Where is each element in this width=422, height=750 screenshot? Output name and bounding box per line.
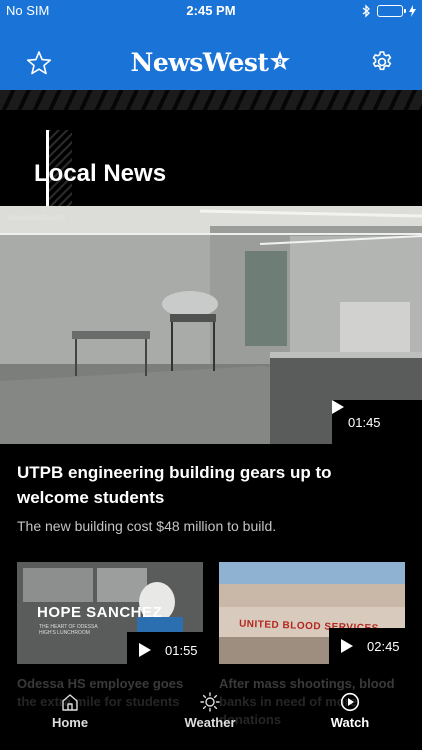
hero-duration-badge[interactable]: 01:45: [332, 400, 422, 444]
app-logo: NewsWest 9: [0, 48, 422, 77]
card-overlay-subtitle: THE HEART OF ODESSA HIGH'S LUNCHROOM: [39, 624, 98, 636]
card-duration-badge[interactable]: 02:45: [329, 628, 405, 664]
decorative-stripe-band: [0, 90, 422, 110]
status-time: 2:45 PM: [186, 3, 236, 18]
settings-gear-icon[interactable]: [370, 50, 394, 74]
hero-duration: 01:45: [348, 414, 381, 430]
battery-icon: [377, 5, 406, 17]
hero-description: The new building cost $48 million to bui…: [17, 518, 277, 534]
play-icon: [332, 400, 344, 414]
section-header: Local News: [0, 90, 422, 206]
tab-home[interactable]: Home: [20, 692, 120, 742]
card-duration-badge[interactable]: 01:55: [127, 632, 203, 664]
logo-nine-badge: 9: [270, 51, 291, 70]
play-icon: [341, 639, 353, 653]
card-duration: 01:55: [165, 642, 198, 658]
bluetooth-icon: [362, 4, 370, 18]
hero-headline[interactable]: UTPB engineering building gears up to we…: [17, 460, 407, 510]
tab-weather[interactable]: Weather: [160, 692, 260, 742]
card-duration: 02:45: [367, 638, 400, 654]
tab-watch-label: Watch: [330, 715, 370, 730]
status-indicators: [362, 4, 416, 18]
tab-home-label: Home: [51, 715, 89, 730]
section-title: Local News: [34, 160, 167, 187]
card-overlay-name: HOPE SANCHEZ: [37, 604, 163, 621]
story-card-thumbnail[interactable]: HOPE SANCHEZ THE HEART OF ODESSA HIGH'S …: [17, 562, 203, 664]
status-bar: No SIM 2:45 PM: [0, 0, 422, 22]
sun-icon: [200, 692, 220, 712]
logo-badge-text: 9: [278, 57, 283, 67]
nav-bar: NewsWest 9: [0, 22, 422, 90]
play-circle-icon: [340, 692, 360, 712]
tab-weather-label: Weather: [184, 715, 236, 730]
tab-bar: Home Weather Watch: [0, 690, 422, 750]
story-card-thumbnail[interactable]: UNITED BLOOD SERVICES 02:45: [219, 562, 405, 664]
hero-watermark: newswest9.com: [8, 213, 65, 222]
play-icon: [139, 643, 151, 657]
logo-text: NewsWest: [130, 48, 269, 77]
charging-bolt-icon: [409, 5, 416, 17]
hero-video-thumbnail[interactable]: newswest9.com 01:45: [0, 206, 422, 444]
home-icon: [62, 694, 78, 711]
tab-watch[interactable]: Watch: [300, 692, 400, 742]
